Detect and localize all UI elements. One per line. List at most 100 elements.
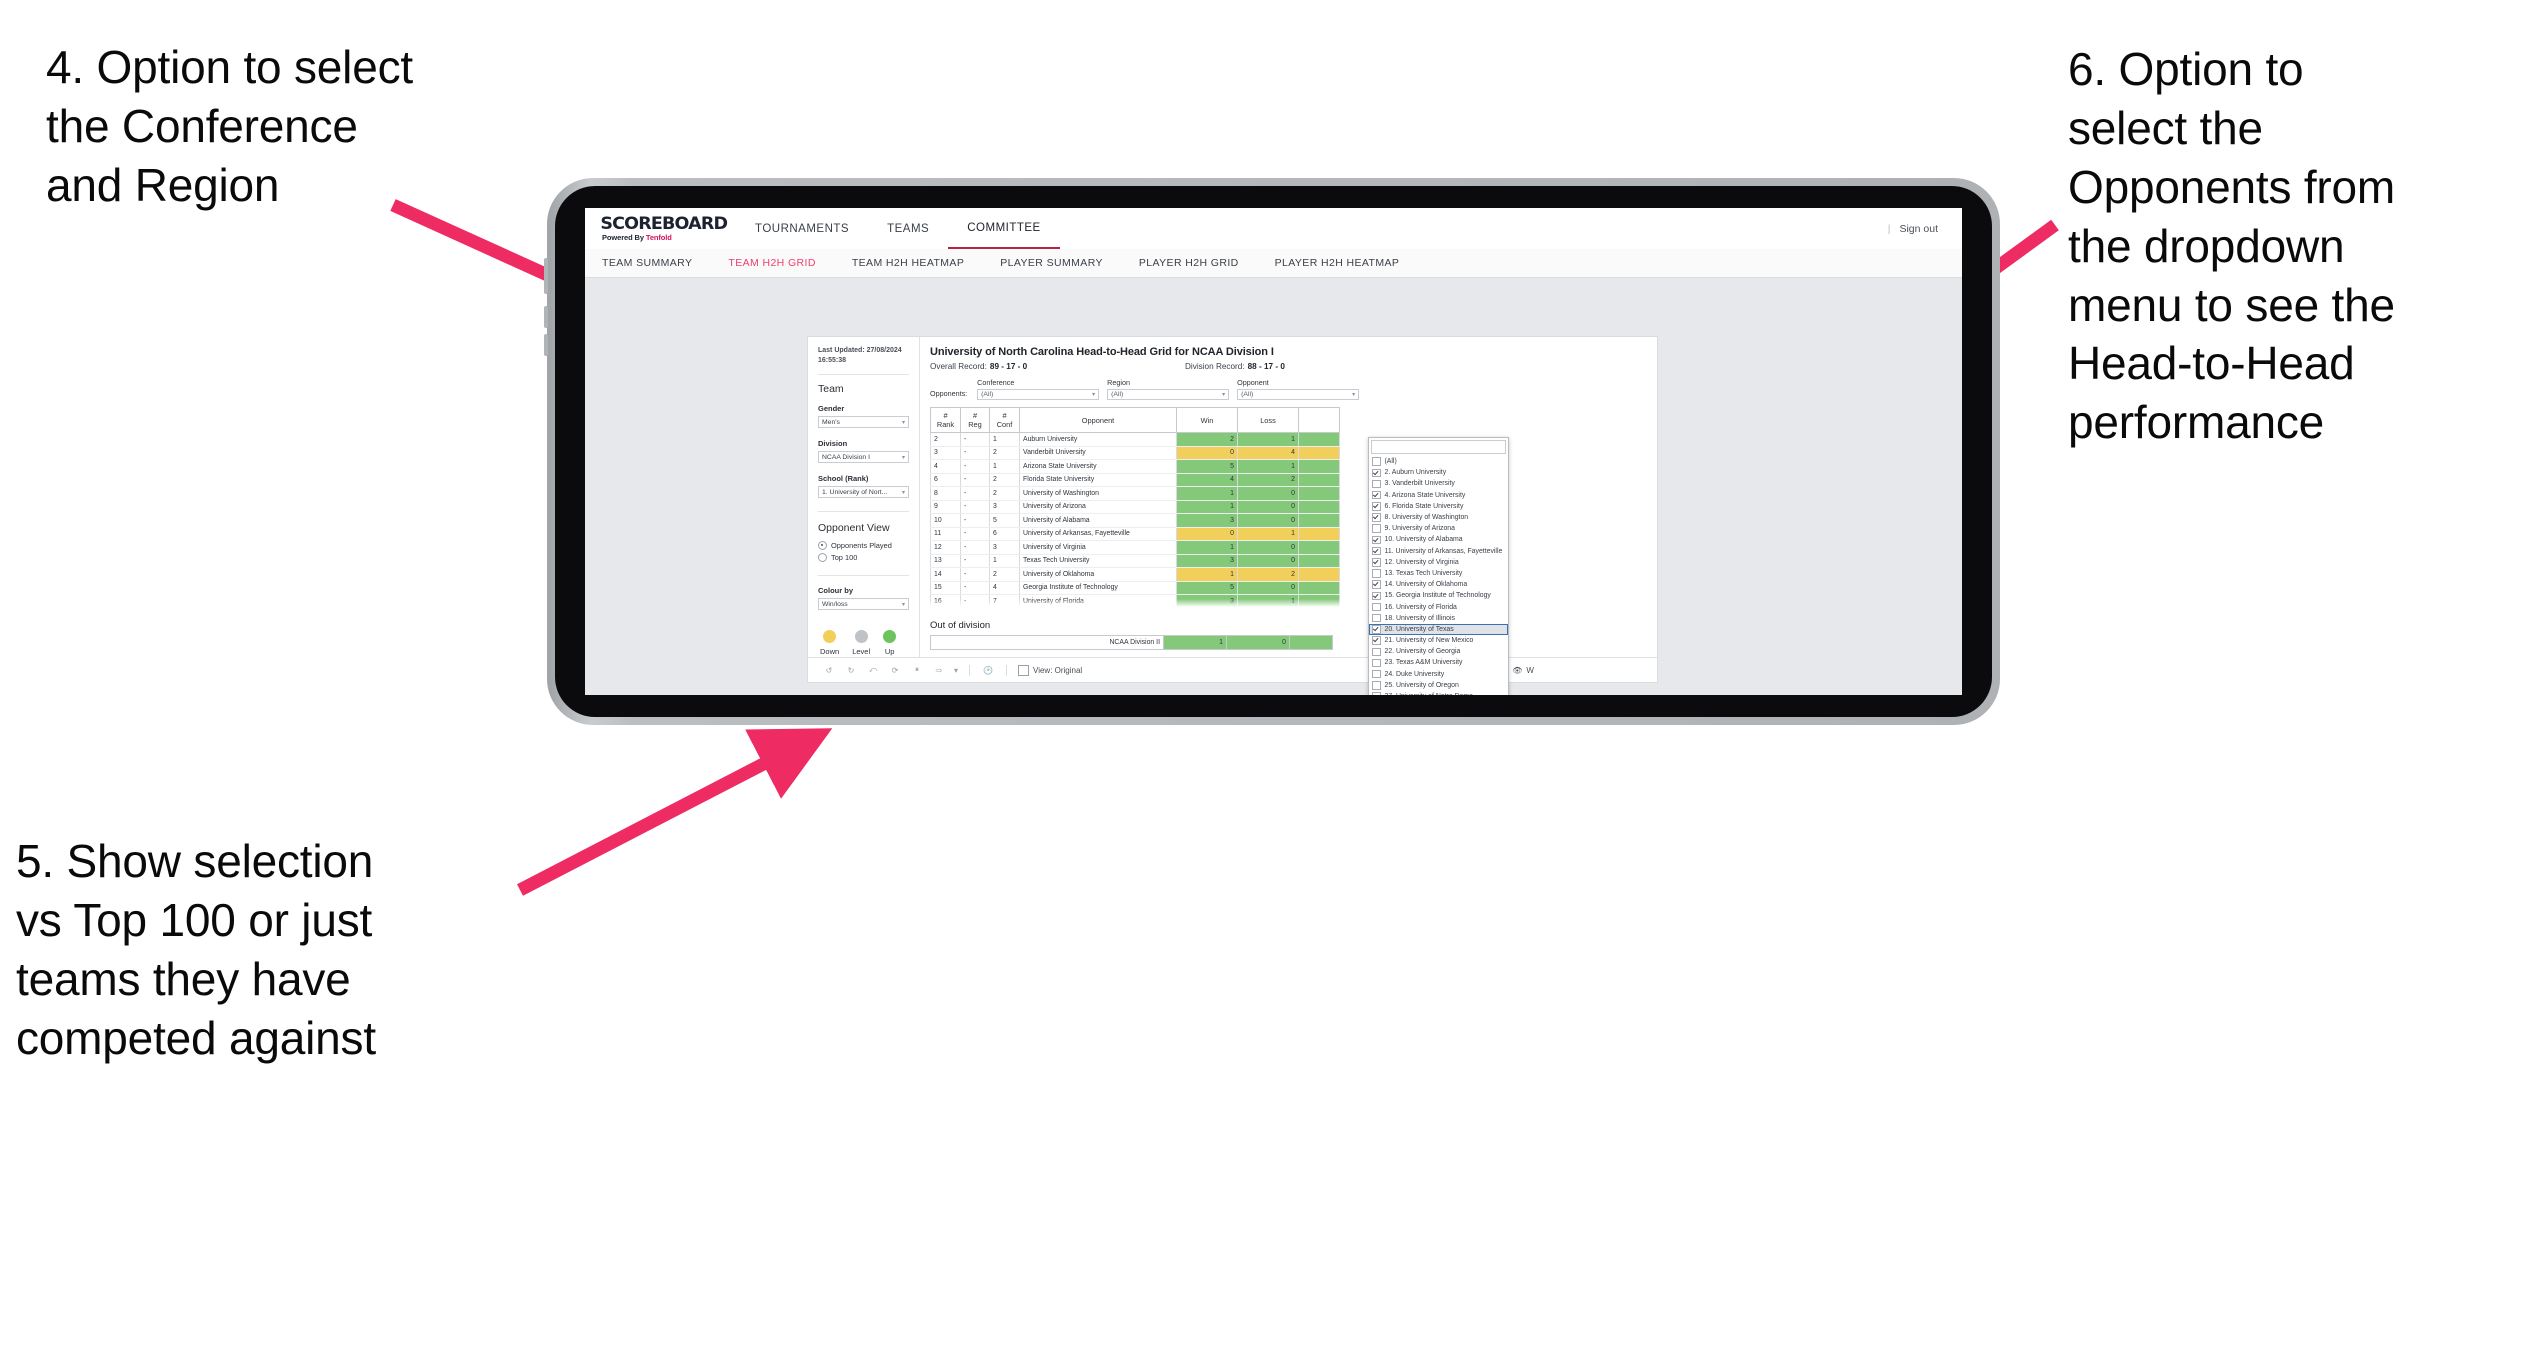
subnav-item-team-h2h-grid[interactable]: TEAM H2H GRID bbox=[728, 257, 815, 269]
opponent-dropdown-item[interactable]: 18. University of Illinois bbox=[1369, 613, 1508, 624]
checkbox-icon[interactable] bbox=[1372, 479, 1381, 489]
sign-out-link[interactable]: Sign out bbox=[1899, 223, 1938, 235]
refresh-icon[interactable]: ⟳ bbox=[884, 662, 906, 678]
opponent-dropdown-item[interactable]: 16. University of Florida bbox=[1369, 601, 1508, 612]
tablet-volume-button-2[interactable] bbox=[544, 334, 548, 356]
out-of-division-row[interactable]: NCAA Division II 1 0 bbox=[930, 634, 1333, 650]
checkbox-icon[interactable] bbox=[1372, 692, 1381, 695]
school-rank-select[interactable]: 1. University of Nort... ▾ bbox=[818, 486, 909, 499]
checkbox-icon[interactable] bbox=[1372, 524, 1381, 533]
view-original-button[interactable]: View: Original bbox=[1018, 664, 1082, 676]
brand-logo[interactable]: SCOREBOARD Powered By Tenfold bbox=[585, 208, 728, 249]
checkbox-icon[interactable] bbox=[1372, 569, 1381, 578]
opponent-dropdown-item[interactable]: 4. Arizona State University bbox=[1369, 490, 1508, 501]
table-row[interactable]: 16-7 University of Florida 3 1 bbox=[930, 594, 1340, 609]
opponent-dropdown-search-input[interactable] bbox=[1371, 440, 1506, 454]
checkbox-icon[interactable] bbox=[1372, 681, 1381, 690]
tablet-volume-button[interactable] bbox=[544, 306, 548, 328]
checkbox-icon[interactable] bbox=[1372, 490, 1381, 500]
col-opponent: Opponent bbox=[1019, 407, 1177, 433]
table-row[interactable]: 6-2 Florida State University 4 2 bbox=[930, 472, 1340, 487]
revert-icon[interactable]: ⤺ bbox=[862, 662, 884, 678]
checkbox-icon[interactable] bbox=[1372, 602, 1381, 612]
checkbox-icon[interactable] bbox=[1372, 580, 1381, 589]
checkbox-icon[interactable] bbox=[1372, 535, 1381, 545]
checkbox-icon[interactable] bbox=[1372, 658, 1381, 668]
cell-opponent: Florida State University bbox=[1019, 472, 1177, 487]
opponent-dropdown-item[interactable]: 14. University of Oklahoma bbox=[1369, 579, 1508, 590]
checkbox-icon[interactable] bbox=[1372, 513, 1381, 522]
table-row[interactable]: 13-1 Texas Tech University 3 0 bbox=[930, 553, 1340, 568]
redo-icon[interactable]: ↻ bbox=[840, 662, 862, 678]
cell-conf: 1 bbox=[989, 432, 1020, 447]
opponent-dropdown-item[interactable]: 3. Vanderbilt University bbox=[1369, 478, 1508, 489]
region-filter-select[interactable]: (All) ▾ bbox=[1107, 389, 1230, 400]
table-row[interactable]: 12-3 University of Virginia 1 0 bbox=[930, 540, 1340, 555]
topnav-item-teams[interactable]: TEAMS bbox=[868, 208, 948, 249]
opponent-dropdown-item[interactable]: 9. University of Arizona bbox=[1369, 523, 1508, 534]
table-row[interactable]: 15-4 Georgia Institute of Technology 5 0 bbox=[930, 580, 1340, 595]
table-row[interactable]: 9-3 University of Arizona 1 0 bbox=[930, 499, 1340, 514]
subnav-item-player-h2h-grid[interactable]: PLAYER H2H GRID bbox=[1139, 257, 1239, 269]
chevron-down-icon: ▾ bbox=[1092, 392, 1096, 398]
opponent-dropdown-item[interactable]: 24. Duke University bbox=[1369, 669, 1508, 680]
subnav-item-player-h2h-heatmap[interactable]: PLAYER H2H HEATMAP bbox=[1275, 257, 1400, 269]
opponent-dropdown-item[interactable]: 11. University of Arkansas, Fayetteville bbox=[1369, 546, 1508, 557]
subnav-item-player-summary[interactable]: PLAYER SUMMARY bbox=[1000, 257, 1103, 269]
radio-top-100[interactable]: Top 100 bbox=[818, 553, 909, 563]
checkbox-icon[interactable] bbox=[1372, 636, 1381, 645]
opponent-dropdown-item[interactable]: 20. University of Texas bbox=[1369, 623, 1508, 635]
workbook-toolbar: ↺ ↻ ⤺ ⟳ ⏸ ⇨ ▾ 🕑 View: Original 👁 W bbox=[808, 657, 1657, 682]
table-row[interactable]: 14-2 University of Oklahoma 1 2 bbox=[930, 567, 1340, 582]
colour-by-select[interactable]: Win/loss ▾ bbox=[818, 598, 909, 611]
table-row[interactable]: 4-1 Arizona State University 5 1 bbox=[930, 459, 1340, 474]
watch-button[interactable]: 👁 W bbox=[1512, 666, 1534, 675]
opponent-dropdown-item[interactable]: (All) bbox=[1369, 456, 1508, 467]
opponent-dropdown-item[interactable]: 23. Texas A&M University bbox=[1369, 657, 1508, 668]
opponent-dropdown-item[interactable]: 15. Georgia Institute of Technology bbox=[1369, 590, 1508, 601]
table-row[interactable]: 8-2 University of Washington 1 0 bbox=[930, 486, 1340, 501]
subnav-item-team-summary[interactable]: TEAM SUMMARY bbox=[602, 257, 692, 269]
checkbox-icon[interactable] bbox=[1372, 647, 1381, 657]
opponent-filter: Opponent (All) ▾ bbox=[1237, 378, 1360, 400]
topnav-item-committee[interactable]: COMMITTEE bbox=[948, 208, 1060, 249]
cell-loss: 0 bbox=[1237, 513, 1299, 528]
share-icon[interactable]: ⇨ bbox=[928, 662, 950, 678]
opponent-dropdown-item[interactable]: 12. University of Virginia bbox=[1369, 557, 1508, 568]
radio-opponents-played[interactable]: Opponents Played bbox=[818, 541, 909, 551]
gender-select[interactable]: Men's ▾ bbox=[818, 416, 909, 429]
checkbox-icon[interactable] bbox=[1372, 468, 1381, 478]
division-select[interactable]: NCAA Division I ▾ bbox=[818, 451, 909, 464]
opponent-dropdown-item[interactable]: 21. University of New Mexico bbox=[1369, 635, 1508, 646]
history-icon[interactable]: 🕑 bbox=[977, 662, 999, 678]
checkbox-icon[interactable] bbox=[1372, 613, 1381, 623]
opponent-dropdown-item[interactable]: 2. Auburn University bbox=[1369, 467, 1508, 478]
checkbox-icon[interactable] bbox=[1372, 502, 1381, 511]
checkbox-icon[interactable] bbox=[1372, 546, 1381, 556]
opponent-dropdown-item[interactable]: 27. University of Notre Dame bbox=[1369, 691, 1508, 695]
table-row[interactable]: 10-5 University of Alabama 3 0 bbox=[930, 513, 1340, 528]
pause-updates-icon[interactable]: ⏸ bbox=[906, 662, 928, 678]
undo-icon[interactable]: ↺ bbox=[818, 662, 840, 678]
table-row[interactable]: 3-2 Vanderbilt University 0 4 bbox=[930, 445, 1340, 460]
subnav-item-team-h2h-heatmap[interactable]: TEAM H2H HEATMAP bbox=[852, 257, 964, 269]
cell-reg: - bbox=[960, 445, 990, 460]
table-row[interactable]: 11-6 University of Arkansas, Fayetteville… bbox=[930, 526, 1340, 541]
checkbox-icon[interactable] bbox=[1372, 558, 1381, 567]
checkbox-icon[interactable] bbox=[1372, 625, 1381, 634]
table-row[interactable]: 2-1 Auburn University 2 1 bbox=[930, 432, 1340, 447]
checkbox-icon[interactable] bbox=[1372, 591, 1381, 601]
opponent-dropdown-item[interactable]: 6. Florida State University bbox=[1369, 501, 1508, 512]
opponent-dropdown-item[interactable]: 8. University of Washington bbox=[1369, 512, 1508, 523]
opponent-filter-select[interactable]: (All) ▾ bbox=[1237, 389, 1360, 400]
opponent-dropdown-item[interactable]: 22. University of Georgia bbox=[1369, 646, 1508, 657]
opponent-dropdown-item[interactable]: 13. Texas Tech University bbox=[1369, 568, 1508, 579]
conference-filter-select[interactable]: (All) ▾ bbox=[977, 389, 1100, 400]
checkbox-icon[interactable] bbox=[1372, 669, 1381, 679]
opponent-dropdown-item[interactable]: 10. University of Alabama bbox=[1369, 534, 1508, 545]
chevron-down-icon[interactable]: ▾ bbox=[950, 662, 962, 678]
topnav-item-tournaments[interactable]: TOURNAMENTS bbox=[736, 208, 868, 249]
opponent-dropdown-item[interactable]: 25. University of Oregon bbox=[1369, 680, 1508, 691]
checkbox-icon[interactable] bbox=[1372, 457, 1381, 466]
tablet-power-button[interactable] bbox=[544, 258, 548, 294]
